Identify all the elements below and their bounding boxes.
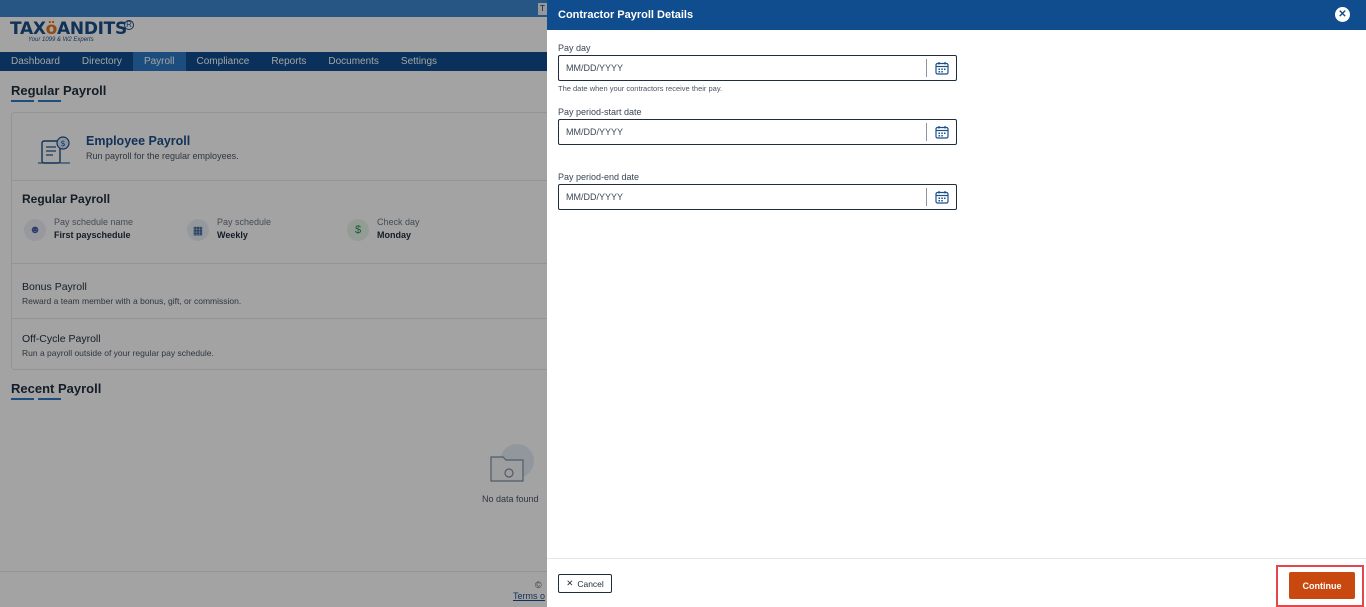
field-divider <box>926 59 927 77</box>
start-date-field <box>558 119 957 145</box>
contractor-payroll-drawer: Contractor Payroll Details ✕ Pay day The… <box>547 0 1366 607</box>
pay-day-label: Pay day <box>558 43 591 53</box>
calendar-icon[interactable] <box>935 190 949 204</box>
cancel-button[interactable]: ✕ Cancel <box>558 574 612 593</box>
calendar-icon[interactable] <box>935 61 949 75</box>
end-date-field <box>558 184 957 210</box>
field-divider <box>926 123 927 141</box>
continue-highlight: Continue <box>1276 565 1364 607</box>
start-date-input[interactable] <box>559 120 926 144</box>
drawer-title: Contractor Payroll Details <box>558 9 694 21</box>
cancel-label: Cancel <box>577 578 604 589</box>
pay-day-input[interactable] <box>559 56 926 80</box>
pay-day-helper: The date when your contractors receive t… <box>558 84 723 93</box>
end-date-label: Pay period-end date <box>558 172 640 182</box>
close-icon: ✕ <box>566 578 574 588</box>
modal-backdrop[interactable] <box>0 0 547 607</box>
start-date-label: Pay period-start date <box>558 107 642 117</box>
continue-button[interactable]: Continue <box>1289 572 1355 599</box>
field-divider <box>926 188 927 206</box>
drawer-header: Contractor Payroll Details ✕ <box>547 0 1366 30</box>
calendar-icon[interactable] <box>935 125 949 139</box>
close-icon[interactable]: ✕ <box>1335 7 1350 22</box>
pay-day-field <box>558 55 957 81</box>
drawer-footer: ✕ Cancel Continue <box>547 558 1366 607</box>
end-date-input[interactable] <box>559 185 926 209</box>
